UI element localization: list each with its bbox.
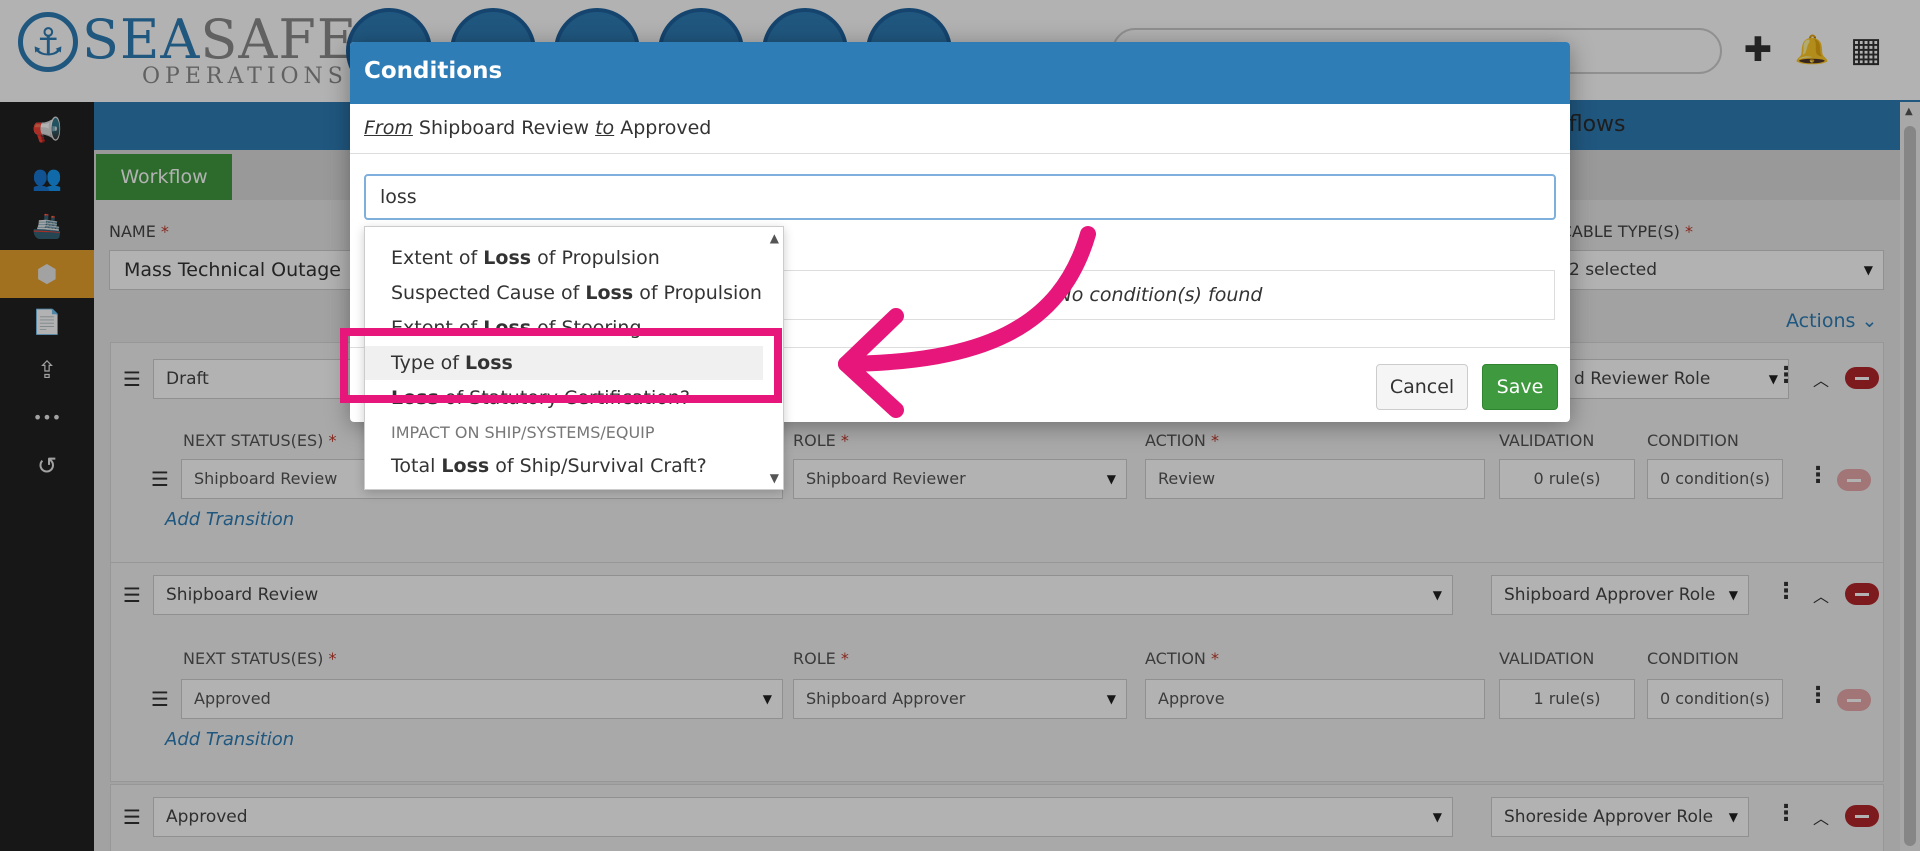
no-conditions-message: No condition(s) found [765, 270, 1555, 320]
modal-title: Conditions [364, 58, 503, 84]
dropdown-scroll-up-icon[interactable]: ▲ [770, 231, 779, 245]
suggestion-group-header: IMPACT ON SHIP/SYSTEMS/EQUIP [391, 423, 655, 442]
annotation-highlight-box [340, 328, 782, 403]
dropdown-scroll-down-icon[interactable]: ▼ [770, 471, 779, 485]
condition-search-input[interactable]: loss [364, 174, 1556, 220]
suggestion-item[interactable]: Suspected Cause of Loss of Propulsion [365, 276, 763, 310]
save-button[interactable]: Save [1482, 364, 1558, 410]
cancel-button[interactable]: Cancel [1376, 364, 1468, 410]
suggestion-item[interactable]: Extent of Loss of Propulsion [365, 241, 763, 275]
transition-description: From Shipboard Review to Approved [350, 104, 1570, 154]
suggestion-item[interactable]: Total Loss of Ship/Survival Craft? [365, 449, 763, 483]
modal-header: Conditions [350, 42, 1570, 104]
